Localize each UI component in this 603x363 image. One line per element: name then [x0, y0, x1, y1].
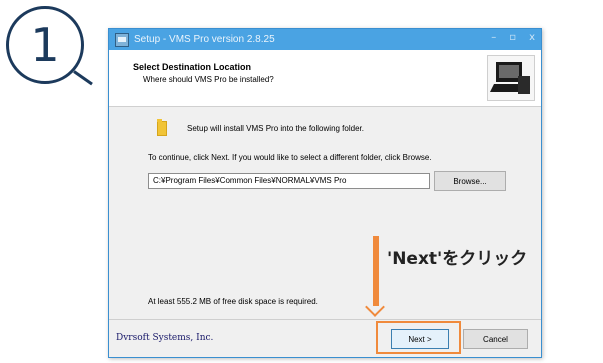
setup-app-icon: [115, 32, 129, 47]
browse-button[interactable]: Browse...: [434, 171, 506, 191]
wizard-footer: Dvrsoft Systems, Inc. Next > Cancel: [109, 319, 541, 360]
cancel-button[interactable]: Cancel: [463, 329, 528, 349]
window-title: Setup - VMS Pro version 2.8.25: [134, 34, 275, 45]
maximize-button[interactable]: ▫: [509, 32, 516, 43]
folder-icon: [157, 119, 167, 136]
step-number: 1: [30, 18, 60, 72]
continue-instructions: To continue, click Next. If you would li…: [148, 153, 432, 162]
window-controls: – ▫ x: [491, 32, 535, 43]
setup-window: Setup - VMS Pro version 2.8.25 – ▫ x Sel…: [108, 28, 542, 358]
header-subtitle: Where should VMS Pro be installed?: [143, 75, 274, 84]
company-name: Dvrsoft Systems, Inc.: [116, 333, 214, 343]
annotation-callout: 'Next'をクリック: [387, 249, 528, 269]
destination-path-input[interactable]: C:¥Program Files¥Common Files¥NORMAL¥VMS…: [148, 173, 430, 189]
minimize-button[interactable]: –: [491, 32, 496, 43]
annotation-arrow-bar: [373, 236, 379, 306]
disk-space-text: At least 555.2 MB of free disk space is …: [148, 297, 318, 306]
wizard-header: Select Destination Location Where should…: [109, 50, 541, 107]
title-bar[interactable]: Setup - VMS Pro version 2.8.25 – ▫ x: [109, 29, 541, 50]
next-button-highlight: [376, 321, 461, 354]
header-title: Select Destination Location: [133, 62, 252, 72]
computer-logo-icon: [487, 55, 535, 101]
intro-text: Setup will install VMS Pro into the foll…: [187, 124, 364, 133]
close-button[interactable]: x: [529, 32, 535, 43]
